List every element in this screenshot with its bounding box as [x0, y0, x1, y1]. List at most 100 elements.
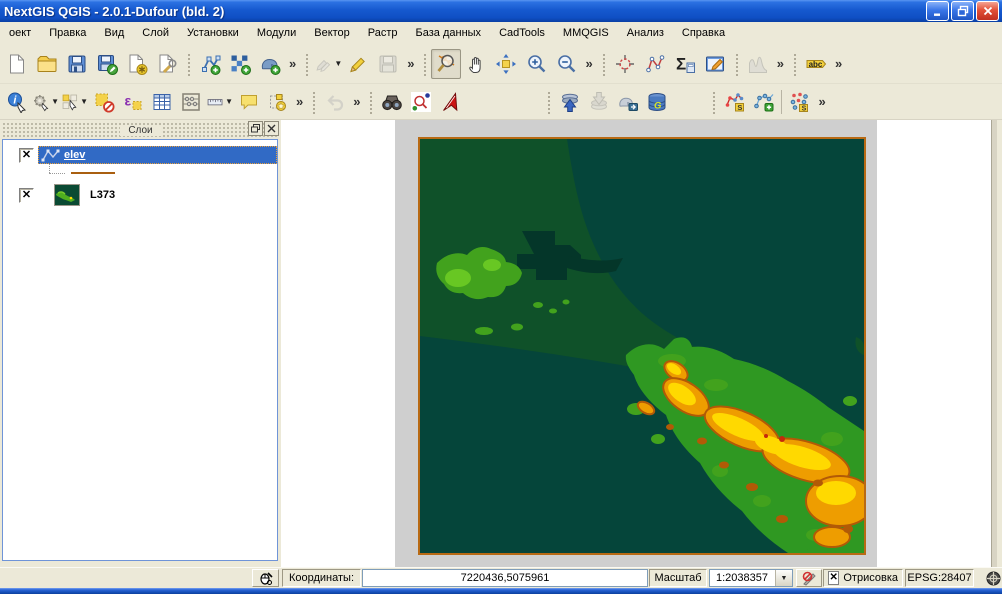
menu-item-11[interactable]: Анализ [618, 24, 673, 42]
crs-status-button[interactable] [984, 569, 1002, 587]
menu-item-12[interactable]: Справка [673, 24, 734, 42]
toolbar-handle[interactable] [711, 90, 716, 114]
db-import-layer-button[interactable] [555, 88, 584, 116]
toolbar-handle[interactable] [304, 52, 309, 76]
toolbar-handle[interactable] [368, 90, 373, 114]
save-project-as-button[interactable] [92, 49, 122, 79]
layers-panel-titlebar[interactable]: Слои [2, 122, 279, 138]
select-by-expression-button[interactable]: ε [118, 88, 147, 116]
toolbar-handle[interactable] [734, 52, 739, 76]
menu-item-8[interactable]: База данных [407, 24, 491, 42]
add-raster-layer-button[interactable] [225, 49, 255, 79]
zoom-in-button[interactable] [521, 49, 551, 79]
run-feature-action-button[interactable]: ▼ [31, 88, 60, 116]
postgis-export-button[interactable] [613, 88, 642, 116]
add-vector-layer-button[interactable] [195, 49, 225, 79]
toolbar-handle[interactable] [422, 52, 427, 76]
toolbar-overflow-button[interactable]: » [349, 94, 364, 109]
title-bar[interactable]: NextGIS QGIS - 2.0.1-Dufour (bld. 2) [0, 0, 1002, 22]
pan-map-button[interactable] [461, 49, 491, 79]
snapping-options-button[interactable] [610, 49, 640, 79]
toolbar-overflow-button[interactable]: » [773, 56, 788, 71]
menu-item-4[interactable]: Установки [178, 24, 248, 42]
layer-l373-checkbox[interactable]: ✕ [19, 188, 34, 203]
db-manager-button[interactable]: G [642, 88, 671, 116]
scale-dropdown-button[interactable]: ▼ [775, 570, 792, 586]
composer-manager-button[interactable] [152, 49, 182, 79]
chevron-down-icon[interactable]: ▼ [51, 98, 59, 106]
current-edits-button: ▼ [313, 49, 343, 79]
panel-float-button[interactable] [248, 121, 263, 136]
toolbar-handle[interactable] [601, 52, 606, 76]
menu-item-5[interactable]: Модули [248, 24, 305, 42]
line-symbol-swatch[interactable] [71, 172, 115, 174]
minimize-button[interactable] [926, 1, 949, 21]
measure-line-button[interactable]: ▼ [205, 88, 234, 116]
annotation-button[interactable] [700, 49, 730, 79]
measure-vector-button[interactable] [640, 49, 670, 79]
layers-tree: ✕ elev ✕ [2, 139, 278, 561]
toolbar-overflow-button[interactable]: » [814, 94, 829, 109]
chevron-down-icon[interactable]: ▼ [334, 60, 342, 68]
metasearch-button[interactable] [377, 88, 406, 116]
coordinates-input[interactable]: 7220436,5075961 [362, 569, 648, 587]
layer-elev-selected[interactable]: elev [38, 146, 277, 164]
zoom-out-button[interactable] [551, 49, 581, 79]
menu-item-3[interactable]: Слой [133, 24, 178, 42]
labeling-button[interactable]: abc [801, 49, 831, 79]
save-project-button[interactable] [62, 49, 92, 79]
menu-item-10[interactable]: MMQGIS [554, 24, 618, 42]
toggle-extents-button[interactable] [252, 569, 279, 587]
close-button[interactable] [976, 1, 999, 21]
map-canvas[interactable] [281, 120, 997, 567]
menu-item-7[interactable]: Растр [359, 24, 407, 42]
menu-item-0[interactable]: оект [0, 24, 40, 42]
map-tips-button[interactable] [234, 88, 263, 116]
render-toggle[interactable]: ✕ Отрисовка [823, 569, 903, 587]
toolbar-handle[interactable] [186, 52, 191, 76]
layer-row-l373[interactable]: ✕ L373 [3, 184, 277, 206]
elephant-plus-icon [259, 53, 281, 75]
toolbar-handle[interactable] [546, 90, 551, 114]
add-postgis-layer-button[interactable] [255, 49, 285, 79]
new-bookmark-button[interactable] [263, 88, 292, 116]
open-attribute-table-button[interactable] [147, 88, 176, 116]
scatter-points-button[interactable]: S [785, 88, 814, 116]
points-to-path-button[interactable]: S [720, 88, 749, 116]
deselect-features-button[interactable] [89, 88, 118, 116]
menu-item-1[interactable]: Правка [40, 24, 95, 42]
menu-item-9[interactable]: CadTools [490, 24, 554, 42]
statistics-button[interactable]: Σ [670, 49, 700, 79]
menu-item-6[interactable]: Вектор [305, 24, 359, 42]
field-calculator-button[interactable] [176, 88, 205, 116]
toggle-editing-button[interactable] [343, 49, 373, 79]
stop-render-button[interactable] [796, 569, 822, 587]
toolbar-handle[interactable] [311, 90, 316, 114]
toolbar-overflow-button[interactable]: » [581, 56, 596, 71]
stop-render-icon [802, 571, 817, 586]
identify-features-button[interactable]: i [2, 88, 31, 116]
render-checkbox[interactable]: ✕ [828, 571, 839, 585]
panel-close-button[interactable] [264, 121, 279, 136]
chevron-down-icon[interactable]: ▼ [80, 98, 88, 106]
touch-zoom-button[interactable] [431, 49, 461, 79]
layer-elev-checkbox[interactable]: ✕ [19, 148, 34, 163]
pan-to-selection-button[interactable] [491, 49, 521, 79]
zoom-to-point-button[interactable] [406, 88, 435, 116]
azimuth-distance-button[interactable] [435, 88, 464, 116]
toolbar-handle[interactable] [792, 52, 797, 76]
restore-button[interactable] [951, 1, 974, 21]
scale-combobox[interactable]: 1:2038357 ▼ [709, 569, 793, 587]
toolbar-overflow-button[interactable]: » [292, 94, 307, 109]
toolbar-overflow-button[interactable]: » [831, 56, 846, 71]
create-points-button[interactable] [749, 88, 778, 116]
chevron-down-icon[interactable]: ▼ [225, 98, 233, 106]
layer-row-elev[interactable]: ✕ elev [3, 146, 277, 164]
open-project-button[interactable] [32, 49, 62, 79]
select-features-button[interactable]: ▼ [60, 88, 89, 116]
new-project-button[interactable] [2, 49, 32, 79]
toolbar-overflow-button[interactable]: » [285, 56, 300, 71]
toolbar-overflow-button[interactable]: » [403, 56, 418, 71]
new-composer-button[interactable] [122, 49, 152, 79]
menu-item-2[interactable]: Вид [95, 24, 133, 42]
